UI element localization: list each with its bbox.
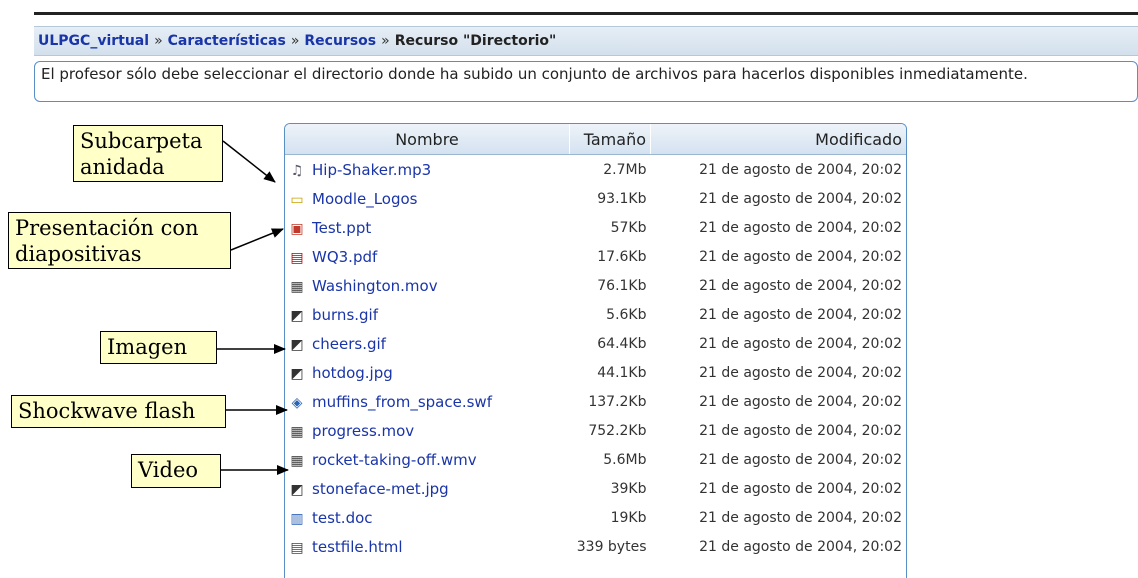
arrow-subfolder: [222, 140, 276, 183]
callout-arrows: [217, 140, 289, 475]
arrow-presentation: [230, 228, 284, 251]
